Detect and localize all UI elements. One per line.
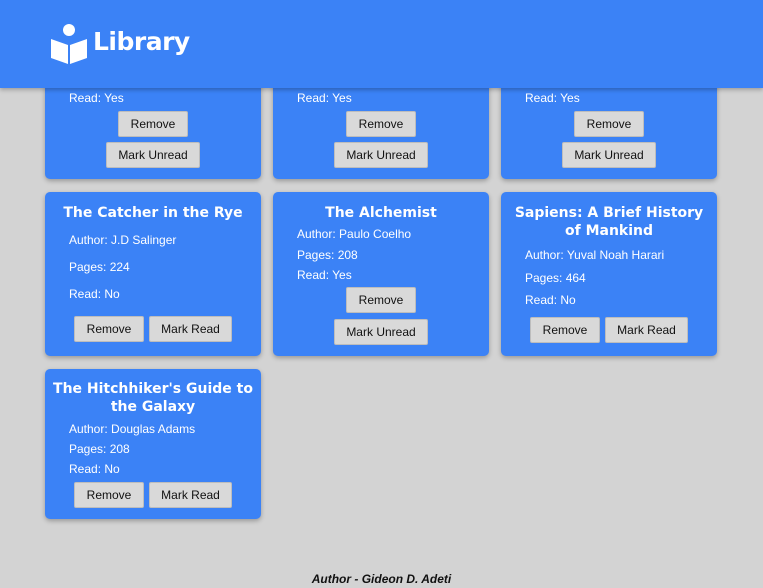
remove-button[interactable]: Remove (118, 111, 188, 137)
book-card: Sapiens: A Brief History of Mankind Auth… (501, 192, 717, 356)
book-card: The Alchemist Author: Paulo Coelho Pages… (273, 192, 489, 356)
book-author: Author: Paulo Coelho (297, 227, 412, 241)
reading-book-icon (51, 24, 87, 64)
book-pages: Pages: 208 (297, 248, 358, 262)
mark-read-button[interactable]: Mark Read (605, 317, 688, 343)
remove-button[interactable]: Remove (530, 317, 600, 343)
book-card: The Catcher in the Rye Author: J.D Salin… (45, 192, 261, 356)
book-pages: Pages: 224 (69, 260, 130, 274)
book-read-status: Read: No (69, 287, 120, 301)
app-title: Library (93, 27, 190, 56)
mark-unread-button[interactable]: Mark Unread (562, 142, 656, 168)
book-title: The Hitchhiker's Guide to the Galaxy (53, 381, 253, 415)
book-read-status: Read: Yes (297, 268, 352, 282)
remove-button[interactable]: Remove (74, 316, 144, 342)
book-title: The Alchemist (325, 205, 437, 221)
app-header: Library (0, 0, 763, 88)
remove-button[interactable]: Remove (346, 287, 416, 313)
mark-unread-button[interactable]: Mark Unread (334, 319, 428, 345)
mark-read-button[interactable]: Mark Read (149, 482, 232, 508)
book-author: Author: Douglas Adams (69, 422, 196, 436)
mark-unread-button[interactable]: Mark Unread (106, 142, 200, 168)
book-title: The Catcher in the Rye (63, 205, 243, 221)
book-pages: Pages: 464 (525, 271, 586, 285)
book-read-status: Read: Yes (525, 91, 580, 105)
remove-button[interactable]: Remove (74, 482, 144, 508)
book-pages: Pages: 208 (69, 442, 130, 456)
book-card: The Hitchhiker's Guide to the Galaxy Aut… (45, 369, 261, 519)
mark-unread-button[interactable]: Mark Unread (334, 142, 428, 168)
book-author: Author: Yuval Noah Harari (525, 248, 665, 262)
book-read-status: Read: Yes (69, 91, 124, 105)
book-author: Author: J.D Salinger (69, 233, 177, 247)
remove-button[interactable]: Remove (574, 111, 644, 137)
footer-credit: Author - Gideon D. Adeti (311, 572, 452, 586)
book-read-status: Read: No (69, 462, 120, 476)
book-read-status: Read: Yes (297, 91, 352, 105)
book-title: Sapiens: A Brief History of Mankind (514, 205, 704, 239)
book-read-status: Read: No (525, 293, 576, 307)
remove-button[interactable]: Remove (346, 111, 416, 137)
mark-read-button[interactable]: Mark Read (149, 316, 232, 342)
